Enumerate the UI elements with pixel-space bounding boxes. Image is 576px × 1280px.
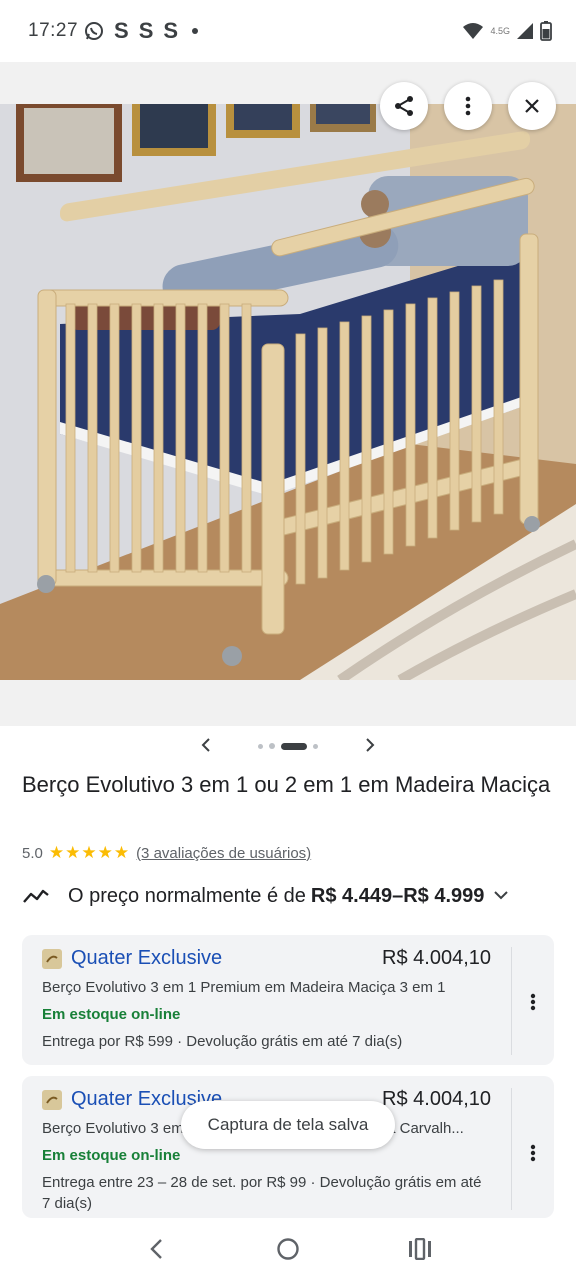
offer-description: Berço Evolutivo 3 em 1 Premium em Madeir… xyxy=(42,979,446,996)
rating-row: 5.0 ★★★★★ (3 avaliações de usuários) xyxy=(22,843,311,863)
carousel-dot[interactable] xyxy=(258,743,263,749)
home-icon xyxy=(277,1238,299,1260)
offer-price: R$ 4.004,10 xyxy=(382,1088,491,1110)
stock-status: Em estoque on-line xyxy=(42,1006,181,1023)
merchant-row[interactable]: Quater Exclusive xyxy=(42,947,222,970)
merchant-logo xyxy=(42,948,62,969)
more-notifications-dot xyxy=(192,28,199,34)
back-icon xyxy=(150,1239,162,1259)
shipping-info: Entrega entre 23 – 28 de set. por R$ 99 … xyxy=(42,1174,482,1212)
carousel-dot-active[interactable] xyxy=(281,742,307,750)
nav-recents-button[interactable] xyxy=(400,1229,440,1269)
offer-card[interactable]: Quater Exclusive R$ 4.004,10 Berço Evolu… xyxy=(22,935,554,1065)
status-time: 17:27 xyxy=(28,20,79,41)
more-vert-icon xyxy=(530,1144,536,1162)
offer-more-button[interactable] xyxy=(522,1138,544,1168)
stock-status: Em estoque on-line xyxy=(42,1147,181,1164)
more-vert-icon xyxy=(530,993,536,1011)
carousel-dots xyxy=(258,742,318,750)
recents-icon xyxy=(409,1238,431,1260)
card-divider xyxy=(511,1088,512,1210)
more-options-button[interactable] xyxy=(444,82,492,130)
expand-price-button[interactable] xyxy=(494,887,509,905)
carousel-prev-button[interactable] xyxy=(186,736,226,757)
product-title: Berço Evolutivo 3 em 1 ou 2 em 1 em Made… xyxy=(22,772,551,797)
price-trend-icon xyxy=(23,889,49,903)
notification-s-icon: S xyxy=(114,18,129,43)
screenshot-saved-toast: Captura de tela salva xyxy=(181,1101,395,1149)
product-photo[interactable] xyxy=(0,104,576,680)
close-icon xyxy=(525,99,539,113)
more-vert-icon xyxy=(465,96,471,116)
merchant-name[interactable]: Quater Exclusive xyxy=(71,947,222,970)
status-bar: 17:27 S S S 4.5G xyxy=(0,0,576,62)
offer-more-button[interactable] xyxy=(522,987,544,1017)
merchant-logo xyxy=(42,1089,62,1110)
carousel-next-button[interactable] xyxy=(350,736,390,757)
share-icon xyxy=(395,96,413,116)
network-type-label: 4.5G xyxy=(490,26,510,36)
carousel-dot[interactable] xyxy=(313,743,318,749)
wifi-icon xyxy=(463,23,484,39)
price-range: R$ 4.449–R$ 4.999 xyxy=(310,884,485,907)
carousel-dot[interactable] xyxy=(269,743,275,749)
system-navigation-bar xyxy=(0,1218,576,1280)
battery-icon xyxy=(540,21,552,41)
close-button[interactable] xyxy=(508,82,556,130)
chevron-down-icon xyxy=(494,891,509,900)
notification-s-icon: S xyxy=(138,18,154,43)
crib-illustration xyxy=(0,104,576,680)
price-history-row[interactable]: O preço normalmente é de R$ 4.449–R$ 4.9… xyxy=(22,880,554,912)
signal-icon xyxy=(517,23,533,39)
image-carousel-controls xyxy=(0,733,576,759)
store-logo-icon xyxy=(46,955,58,963)
product-image-viewer[interactable] xyxy=(0,62,576,726)
price-summary-text: O preço normalmente é de xyxy=(68,884,306,907)
whatsapp-icon xyxy=(85,22,104,40)
system-status: 4.5G xyxy=(462,21,552,41)
store-logo-icon xyxy=(46,1096,58,1104)
nav-back-button[interactable] xyxy=(136,1229,176,1269)
offer-price: R$ 4.004,10 xyxy=(382,947,491,969)
notification-s-icon: S xyxy=(163,18,179,43)
card-divider xyxy=(511,947,512,1055)
rating-stars: ★★★★★ xyxy=(48,843,131,862)
chevron-left-icon xyxy=(201,737,210,752)
share-button[interactable] xyxy=(380,82,428,130)
shipping-info: Entrega por R$ 599 · Devolução grátis em… xyxy=(42,1033,403,1050)
chevron-right-icon xyxy=(366,737,375,752)
nav-home-button[interactable] xyxy=(268,1229,308,1269)
rating-value: 5.0 xyxy=(22,844,43,862)
reviews-link[interactable]: (3 avaliações de usuários) xyxy=(136,845,311,862)
notification-icons: S S S xyxy=(84,18,199,44)
